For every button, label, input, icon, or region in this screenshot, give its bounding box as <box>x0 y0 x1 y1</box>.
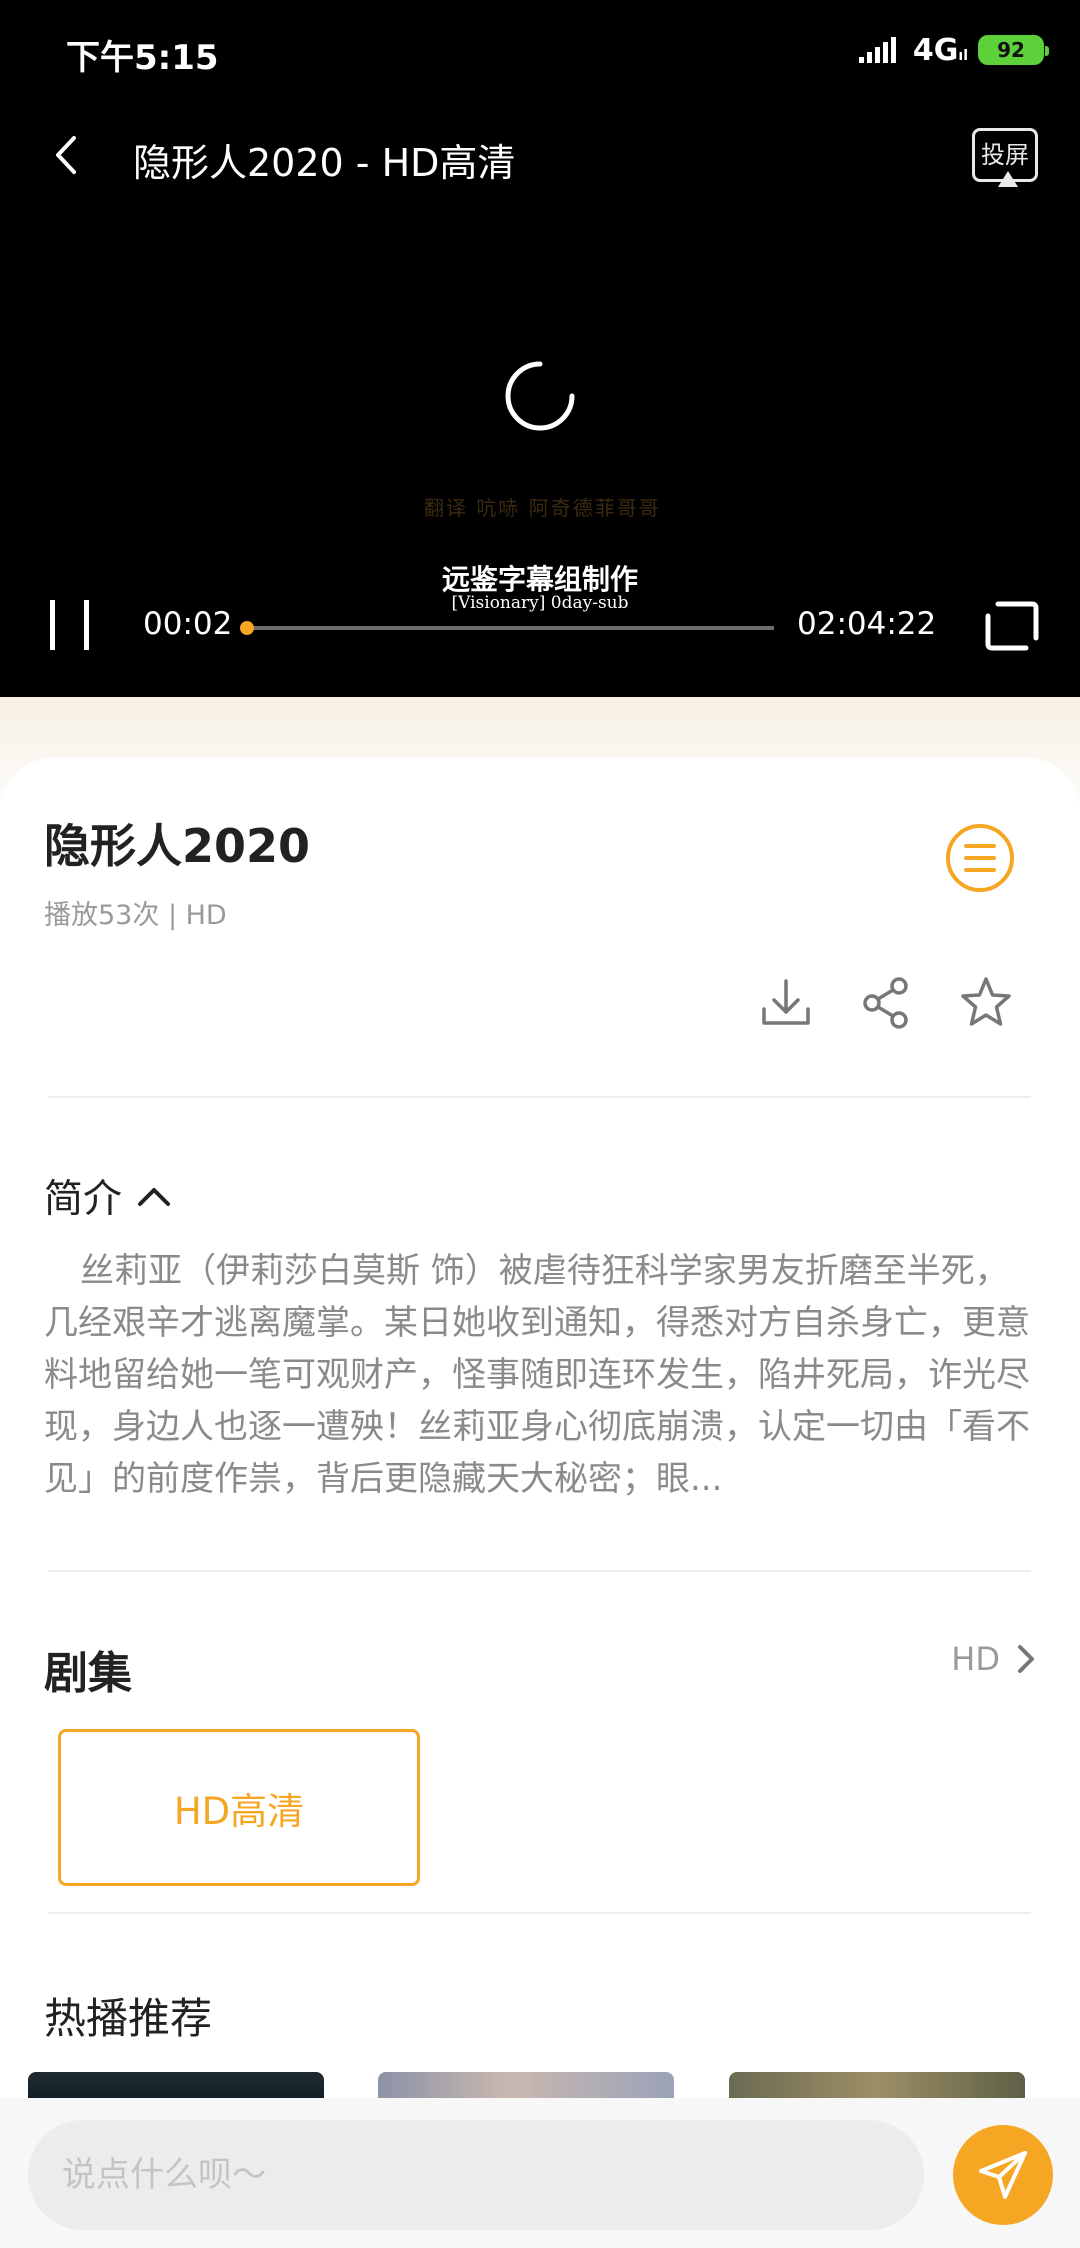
cast-button[interactable]: 投屏 <box>972 128 1038 187</box>
comment-input[interactable] <box>28 2120 924 2230</box>
episode-item[interactable]: HD高清 <box>58 1729 420 1886</box>
subtitle-main: 远鉴字幕组制作 <box>441 563 638 596</box>
pause-button[interactable] <box>46 600 94 650</box>
chevron-up-icon <box>138 1188 171 1206</box>
status-bar: 下午5:15 4Gıl 92 <box>0 0 1080 100</box>
loading-spinner-icon <box>505 361 575 431</box>
video-player[interactable]: 下午5:15 4Gıl 92 隐形人2020 - HD高清 投屏 翻译 吭哧 阿… <box>0 0 1080 697</box>
movie-meta: 播放53次 | HD <box>44 900 227 931</box>
danmaku-line-1 <box>964 844 996 848</box>
recommend-heading: 热播推荐 <box>44 1994 213 2043</box>
send-button[interactable] <box>953 2125 1053 2225</box>
pause-bar-right <box>84 600 89 650</box>
fullscreen-icon[interactable] <box>984 600 1040 652</box>
intro-text: 丝莉亚（伊莉莎白莫斯 饰）被虐待狂科学家男友折磨至半死，几经艰辛才逃离魔掌。某日… <box>44 1251 1030 1499</box>
network-type: 4Gıl <box>912 32 968 68</box>
star-icon[interactable] <box>958 975 1014 1031</box>
divider <box>48 1096 1031 1098</box>
send-icon <box>979 2151 1027 2199</box>
status-time: 下午5:15 <box>66 38 219 78</box>
episodes-more-label: HD <box>951 1640 1000 1678</box>
episodes-heading: 剧集 <box>44 1648 132 1699</box>
share-icon[interactable] <box>859 975 915 1031</box>
divider <box>48 1570 1031 1572</box>
movie-title: 隐形人2020 <box>44 819 311 873</box>
episodes-more-link[interactable]: HD <box>951 1640 1036 1678</box>
subtitle-credits-faded: 翻译 吭哧 阿奇德菲哥哥 <box>424 496 661 520</box>
intro-heading: 简介 <box>44 1177 123 1222</box>
battery-icon: 92 <box>978 35 1049 65</box>
status-indicators: 4Gıl 92 <box>858 30 1049 70</box>
current-time: 00:02 <box>143 606 233 642</box>
back-arrow-icon[interactable] <box>48 130 88 180</box>
progress-slider[interactable] <box>240 621 774 635</box>
download-icon[interactable] <box>758 975 814 1031</box>
pause-bar-left <box>50 600 55 650</box>
video-detail-page: 下午5:15 4Gıl 92 隐形人2020 - HD高清 投屏 翻译 吭哧 阿… <box>0 0 1080 2248</box>
total-time: 02:04:22 <box>797 606 937 642</box>
danmaku-line-3 <box>964 868 996 872</box>
danmaku-toggle-button[interactable] <box>946 824 1014 892</box>
intro-header[interactable]: 简介 <box>44 1168 172 1224</box>
progress-knob[interactable] <box>240 621 255 635</box>
cast-arrow-icon <box>998 171 1018 187</box>
chevron-right-icon <box>1018 1645 1034 1673</box>
signal-icon <box>858 37 896 63</box>
cast-label: 投屏 <box>981 141 1029 169</box>
danmaku-line-2 <box>964 856 996 860</box>
video-title: 隐形人2020 - HD高清 <box>133 141 516 185</box>
divider <box>48 1912 1031 1914</box>
